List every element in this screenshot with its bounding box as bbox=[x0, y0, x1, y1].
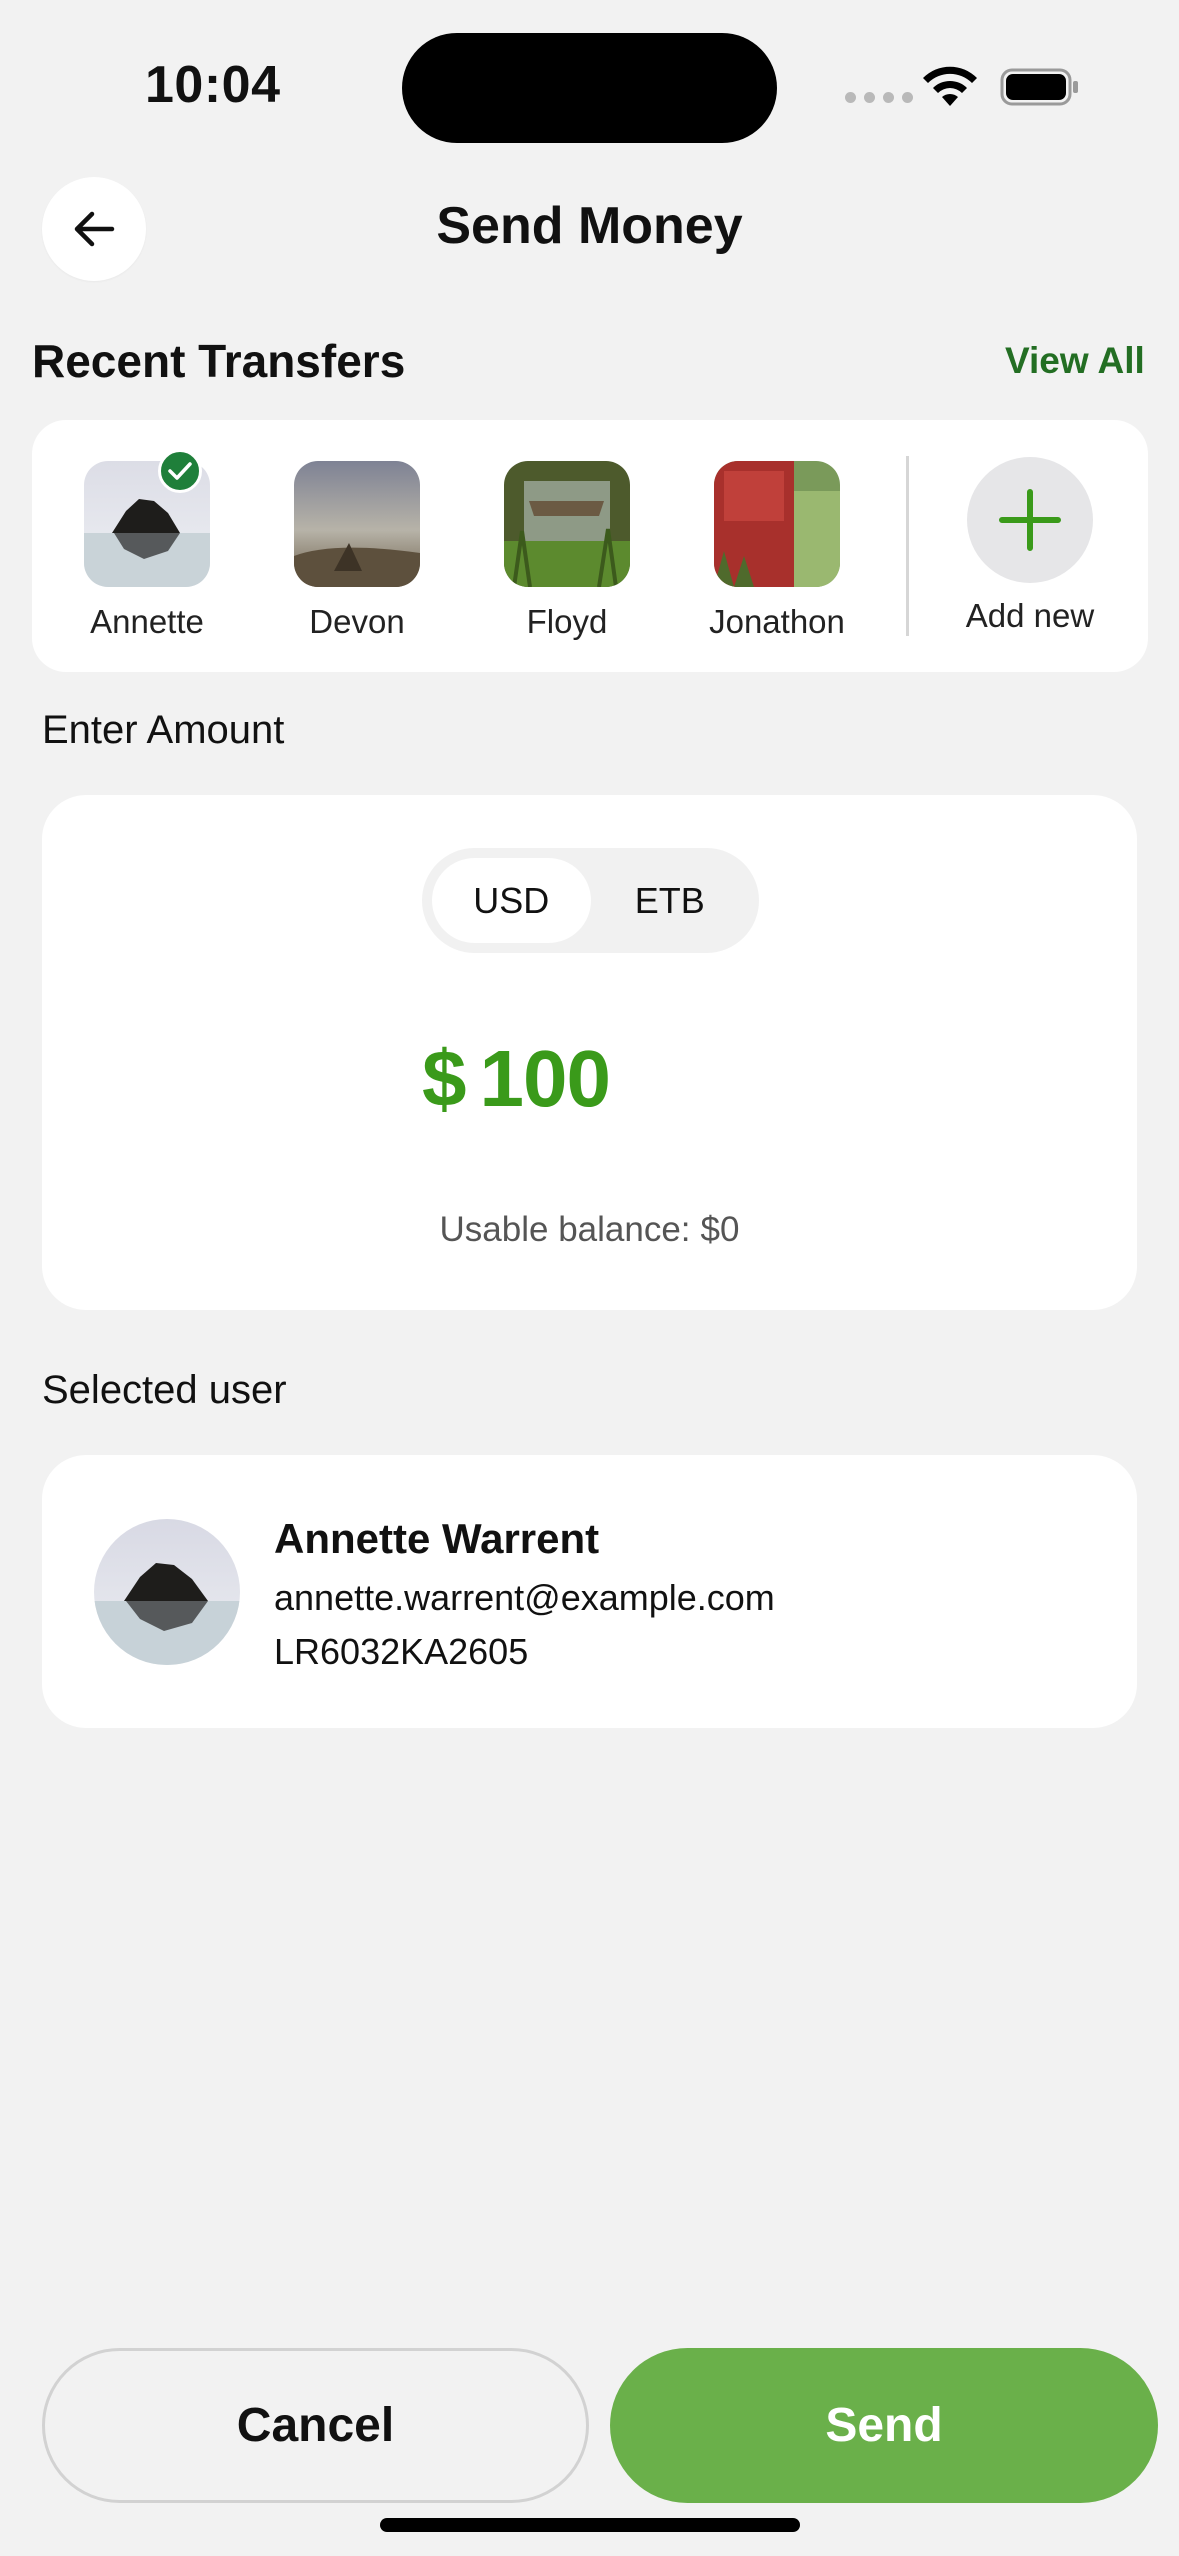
currency-symbol: $ bbox=[422, 1034, 466, 1123]
recent-contact-devon[interactable]: Devon bbox=[277, 461, 437, 641]
dynamic-island bbox=[402, 33, 777, 143]
wifi-icon bbox=[923, 66, 977, 106]
recent-transfers-card: Annette Devon Floyd Jonathon Add new bbox=[32, 420, 1148, 672]
send-button[interactable]: Send bbox=[610, 2348, 1158, 2503]
cancel-button[interactable]: Cancel bbox=[42, 2348, 589, 2503]
contact-name: Devon bbox=[309, 603, 405, 640]
avatar bbox=[94, 1519, 240, 1665]
recent-transfers-title: Recent Transfers bbox=[32, 335, 406, 387]
recent-contact-annette[interactable]: Annette bbox=[67, 449, 227, 641]
amount-card: USD ETB $100 Usable balance: $0 bbox=[42, 795, 1137, 1310]
currency-option-etb[interactable]: ETB bbox=[591, 858, 750, 943]
recent-contact-floyd[interactable]: Floyd bbox=[487, 461, 647, 641]
contact-photo bbox=[294, 461, 420, 587]
contact-photo bbox=[714, 461, 840, 587]
currency-toggle: USD ETB bbox=[422, 848, 759, 953]
currency-option-usd[interactable]: USD bbox=[432, 858, 591, 943]
selected-user-label: Selected user bbox=[42, 1368, 287, 1412]
balance-label: Usable balance: bbox=[439, 1210, 691, 1249]
view-all-link[interactable]: View All bbox=[1005, 340, 1145, 382]
selected-user-name: Annette Warrent bbox=[274, 1515, 600, 1562]
recent-contact-jonathon[interactable]: Jonathon bbox=[697, 461, 857, 641]
amount-input[interactable]: $100 bbox=[422, 1033, 611, 1125]
enter-amount-label: Enter Amount bbox=[42, 708, 285, 752]
home-indicator[interactable] bbox=[380, 2518, 800, 2532]
selected-user-card: Annette Warrent annette.warrent@example.… bbox=[42, 1455, 1137, 1728]
plus-icon bbox=[967, 457, 1093, 583]
cellular-signal-icon bbox=[845, 92, 913, 103]
contact-name: Annette bbox=[90, 603, 204, 640]
amount-value: 100 bbox=[479, 1034, 611, 1123]
page-title: Send Money bbox=[436, 197, 743, 255]
usable-balance: Usable balance: $0 bbox=[42, 1210, 1137, 1250]
battery-icon bbox=[1000, 68, 1078, 106]
contact-name: Floyd bbox=[526, 603, 608, 640]
add-new-contact-button[interactable]: Add new bbox=[920, 457, 1140, 635]
add-new-label: Add new bbox=[965, 597, 1095, 634]
divider bbox=[906, 456, 909, 636]
selected-user-account: LR6032KA2605 bbox=[274, 1631, 529, 1672]
balance-value: $0 bbox=[700, 1210, 740, 1249]
status-time: 10:04 bbox=[145, 56, 281, 114]
selected-user-email: annette.warrent@example.com bbox=[274, 1577, 775, 1618]
contact-name: Jonathon bbox=[709, 603, 845, 640]
contact-photo bbox=[504, 461, 630, 587]
selected-check-icon bbox=[158, 449, 202, 493]
